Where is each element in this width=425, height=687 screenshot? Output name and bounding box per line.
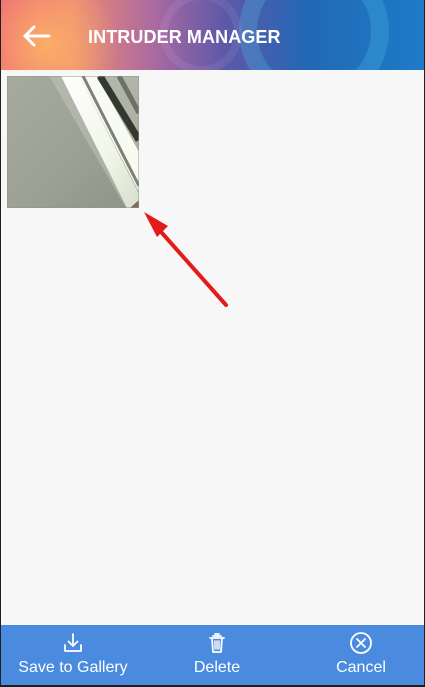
page-title: INTRUDER MANAGER [88, 27, 281, 47]
intruder-photo [7, 76, 139, 208]
cancel-button[interactable]: Cancel [328, 625, 394, 687]
trash-icon [209, 633, 225, 653]
cancel-label: Cancel [336, 659, 386, 676]
delete-label: Delete [193, 659, 241, 676]
delete-button[interactable]: Delete [184, 625, 250, 687]
save-to-gallery-label: Save to Gallery [18, 659, 128, 676]
intruder-photo-thumbnail[interactable] [7, 76, 139, 208]
arrow-left-icon [23, 25, 51, 47]
save-to-gallery-button[interactable]: Save to Gallery [10, 625, 136, 687]
back-button[interactable] [14, 18, 56, 54]
download-icon [64, 633, 82, 652]
top-app-bar: INTRUDER MANAGER [0, 0, 425, 70]
intruder-gallery [0, 70, 425, 625]
close-circle-icon [350, 632, 372, 654]
bottom-action-bar: Save to Gallery Delete Cancel [0, 625, 425, 687]
